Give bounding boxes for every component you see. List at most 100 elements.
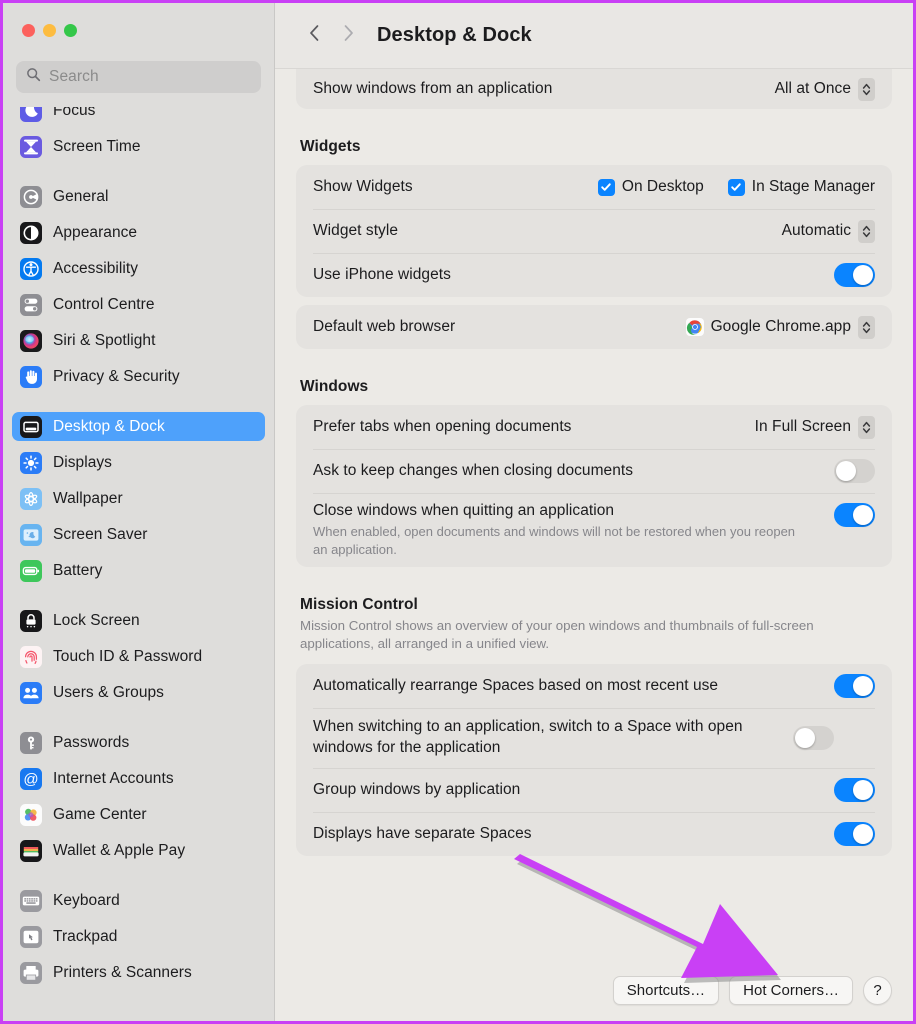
sidebar-item-label: Screen Saver [53,526,148,544]
checkbox-in-stage-manager[interactable]: In Stage Manager [728,178,875,196]
sidebar-item-desktop-dock[interactable]: Desktop & Dock [12,412,265,441]
sidebar-item-control-centre[interactable]: Control Centre [12,290,265,319]
toggle-switch-to-space[interactable] [793,726,834,750]
accessibility-icon [20,258,42,280]
row-label: Show Widgets [313,178,574,196]
sidebar-item-accessibility[interactable]: Accessibility [12,254,265,283]
prefer-tabs-popup[interactable]: In Full Screen [755,416,875,439]
sidebar-item-game-center[interactable]: Game Center [12,800,265,829]
maximize-button[interactable] [64,24,77,37]
sidebar-item-label: Wallet & Apple Pay [53,842,185,860]
search-input[interactable]: Search [16,61,261,93]
sidebar-item-label: Passwords [53,734,129,752]
lock-screen-icon [20,610,42,632]
row-label: Widget style [313,222,782,240]
row-text-stack: Close windows when quitting an applicati… [313,493,834,567]
group-windows: Prefer tabs when opening documents In Fu… [296,405,892,567]
window-controls [3,3,274,55]
close-button[interactable] [22,24,35,37]
printers-icon [20,962,42,984]
siri-icon [20,330,42,352]
checkbox-label: In Stage Manager [752,178,875,196]
battery-icon [20,560,42,582]
sidebar-item-lock-screen[interactable]: Lock Screen [12,606,265,635]
sidebar-nav-list[interactable]: Focus Screen Time [3,107,274,1021]
row-close-windows-quitting: Close windows when quitting an applicati… [296,493,892,567]
sidebar-item-wallet-apple-pay[interactable]: Wallet & Apple Pay [12,836,265,865]
group-default-browser: Default web browser [296,305,892,349]
chevron-updown-icon [858,78,875,101]
row-label: When switching to an application, switch… [313,715,793,760]
sidebar-item-label: Lock Screen [53,612,140,630]
row-label: Ask to keep changes when closing documen… [313,462,834,480]
trackpad-icon [20,926,42,948]
hot-corners-button[interactable]: Hot Corners… [729,976,853,1005]
sidebar-item-privacy-security[interactable]: Privacy & Security [12,362,265,391]
widget-style-popup[interactable]: Automatic [782,220,875,243]
toggle-ask-keep-changes[interactable] [834,459,875,483]
sidebar-item-trackpad[interactable]: Trackpad [12,922,265,951]
popup-value: All at Once [775,80,851,98]
help-button[interactable]: ? [863,976,892,1005]
page-title: Desktop & Dock [377,24,532,47]
toggle-group-windows-by-application[interactable] [834,778,875,802]
row-prefer-tabs[interactable]: Prefer tabs when opening documents In Fu… [296,405,892,449]
sidebar-item-battery[interactable]: Battery [12,556,265,585]
sidebar-item-label: Desktop & Dock [53,418,165,436]
section-heading: Windows [296,378,892,405]
sidebar-divider [12,714,265,728]
sidebar-item-siri-spotlight[interactable]: Siri & Spotlight [12,326,265,355]
system-settings-window: Search Focus Screen Time [0,0,916,1024]
shortcuts-button[interactable]: Shortcuts… [613,976,719,1005]
forward-button[interactable] [331,19,365,53]
group-show-windows: Show windows from an application All at … [296,69,892,109]
sidebar-item-touch-id[interactable]: Touch ID & Password [12,642,265,671]
row-widget-style[interactable]: Widget style Automatic [296,209,892,253]
checkbox-on-desktop[interactable]: On Desktop [598,178,704,196]
sidebar-item-screen-saver[interactable]: Screen Saver [12,520,265,549]
sidebar-item-label: Control Centre [53,296,155,314]
sidebar-item-focus[interactable]: Focus [12,107,265,125]
sidebar-item-label: Accessibility [53,260,138,278]
internet-accounts-icon: @ [20,768,42,790]
sidebar-item-users-groups[interactable]: Users & Groups [12,678,265,707]
row-label: Show windows from an application [313,80,775,98]
checkmark-icon [598,179,615,196]
sidebar-item-general[interactable]: General [12,182,265,211]
sidebar-item-appearance[interactable]: Appearance [12,218,265,247]
row-show-windows-from-application[interactable]: Show windows from an application All at … [296,69,892,109]
minimize-button[interactable] [43,24,56,37]
row-use-iphone-widgets: Use iPhone widgets [296,253,892,297]
toggle-use-iphone-widgets[interactable] [834,263,875,287]
sidebar-item-wallpaper[interactable]: Wallpaper [12,484,265,513]
row-label: Displays have separate Spaces [313,825,834,843]
sidebar-item-screen-time[interactable]: Screen Time [12,132,265,161]
toggle-knob [853,824,873,844]
sidebar-item-printers-scanners[interactable]: Printers & Scanners [12,958,265,987]
sidebar-divider [12,168,265,182]
sidebar-item-keyboard[interactable]: Keyboard [12,886,265,915]
row-description: When enabled, open documents and windows… [313,523,834,558]
back-button[interactable] [297,19,331,53]
row-show-widgets: Show Widgets On Desktop In Stage Manage [296,165,892,209]
toggle-knob [853,265,873,285]
sidebar-item-passwords[interactable]: Passwords [12,728,265,757]
search-placeholder: Search [49,68,99,86]
users-groups-icon [20,682,42,704]
chevron-left-icon [308,23,321,48]
sidebar-item-label: Trackpad [53,928,117,946]
popup-value: Google Chrome.app [711,318,851,336]
screen-time-icon [20,136,42,158]
toggle-auto-rearrange-spaces[interactable] [834,674,875,698]
sidebar-item-internet-accounts[interactable]: @ Internet Accounts [12,764,265,793]
sidebar-item-displays[interactable]: Displays [12,448,265,477]
row-default-web-browser[interactable]: Default web browser [296,305,892,349]
svg-text:@: @ [23,771,38,788]
sidebar-item-label: Screen Time [53,138,141,156]
default-browser-popup[interactable]: Google Chrome.app [686,316,875,339]
wallpaper-icon [20,488,42,510]
show-windows-popup[interactable]: All at Once [775,78,875,101]
toggle-displays-separate-spaces[interactable] [834,822,875,846]
toggle-close-windows-quitting[interactable] [834,503,875,527]
focus-icon [20,107,42,122]
